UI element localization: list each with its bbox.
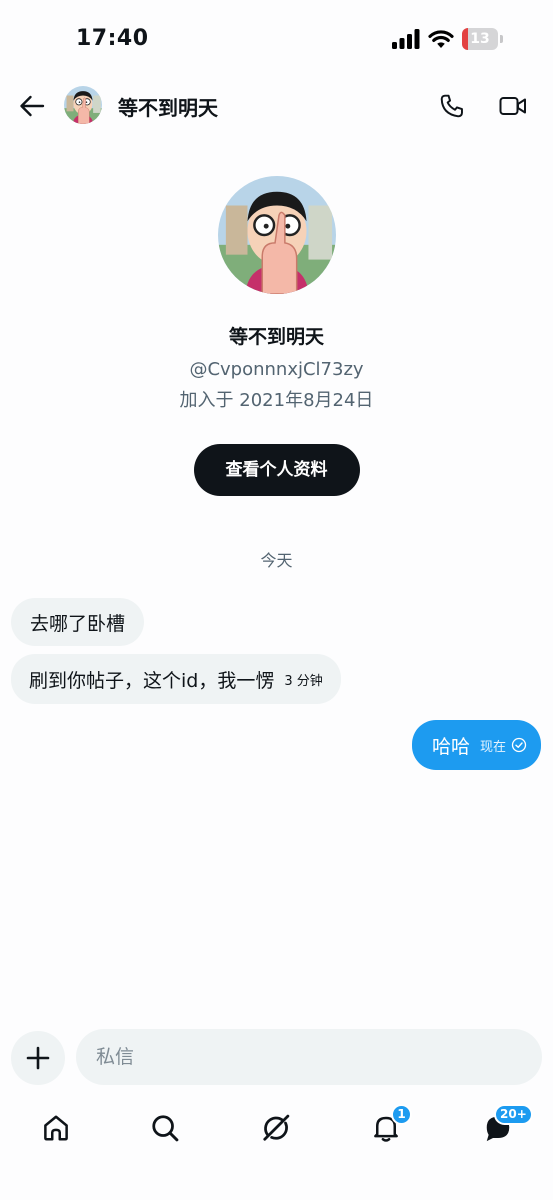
tab-grok[interactable] (258, 1110, 294, 1146)
tab-home[interactable] (38, 1110, 74, 1146)
view-profile-button[interactable]: 查看个人资料 (193, 444, 360, 496)
grok-icon (263, 1114, 290, 1141)
home-icon (44, 1115, 68, 1141)
video-call-button[interactable] (492, 88, 534, 124)
avatar-image (64, 86, 102, 124)
battery-indicator: 13 (462, 28, 498, 50)
tab-explore[interactable] (147, 1110, 183, 1146)
header-name[interactable]: 等不到明天 (118, 92, 218, 121)
date-separator: 今天 (260, 551, 293, 570)
message-composer (0, 1029, 553, 1087)
system-icons: 13 (392, 28, 503, 50)
message-bubble-incoming[interactable]: 刷到你帖子，这个id，我一愣 3 分钟 (11, 654, 341, 704)
profile-handle: @CvponnnxjCl73zy (189, 359, 364, 380)
avatar-image (217, 176, 336, 294)
profile-avatar[interactable] (217, 176, 336, 294)
message-text: 刷到你帖子，这个id，我一愣 (29, 669, 275, 692)
message-text: 去哪了卧槽 (30, 612, 126, 635)
battery-level: 13 (470, 31, 490, 47)
voice-call-button[interactable] (432, 88, 472, 124)
back-arrow-icon (20, 95, 45, 117)
search-icon (152, 1115, 179, 1142)
header-avatar[interactable] (64, 86, 102, 124)
message-bubble-incoming[interactable]: 去哪了卧槽 (11, 598, 145, 646)
read-check-icon (511, 737, 527, 753)
messages-badge: 20+ (494, 1104, 533, 1125)
profile-joined-date: 加入于 2021年8月24日 (179, 390, 374, 411)
status-time: 17:40 (76, 26, 149, 51)
add-attachment-button[interactable] (11, 1031, 65, 1085)
bottom-tab-bar: 1 20+ (0, 1100, 553, 1154)
message-input[interactable] (76, 1029, 542, 1085)
message-timestamp: 现在 (479, 739, 506, 755)
back-button[interactable] (14, 88, 50, 124)
message-bubble-outgoing[interactable]: 哈哈 现在 (411, 720, 541, 770)
conversation-header: 等不到明天 (0, 80, 553, 132)
tab-messages[interactable]: 20+ (480, 1104, 533, 1146)
signal-icon (392, 29, 420, 49)
phone-icon (440, 94, 463, 118)
message-text: 哈哈 (431, 735, 470, 758)
status-bar: 17:40 13 (0, 0, 553, 80)
battery-tip (500, 35, 503, 43)
video-camera-icon (499, 97, 526, 115)
tab-notifications[interactable]: 1 (368, 1104, 412, 1146)
profile-name: 等不到明天 (228, 326, 324, 348)
plus-icon (26, 1046, 50, 1070)
notification-badge: 1 (391, 1104, 412, 1125)
message-timestamp: 3 分钟 (284, 673, 323, 689)
wifi-icon (428, 30, 454, 48)
profile-card: 等不到明天 @CvponnnxjCl73zy 加入于 2021年8月24日 查看… (0, 176, 553, 496)
